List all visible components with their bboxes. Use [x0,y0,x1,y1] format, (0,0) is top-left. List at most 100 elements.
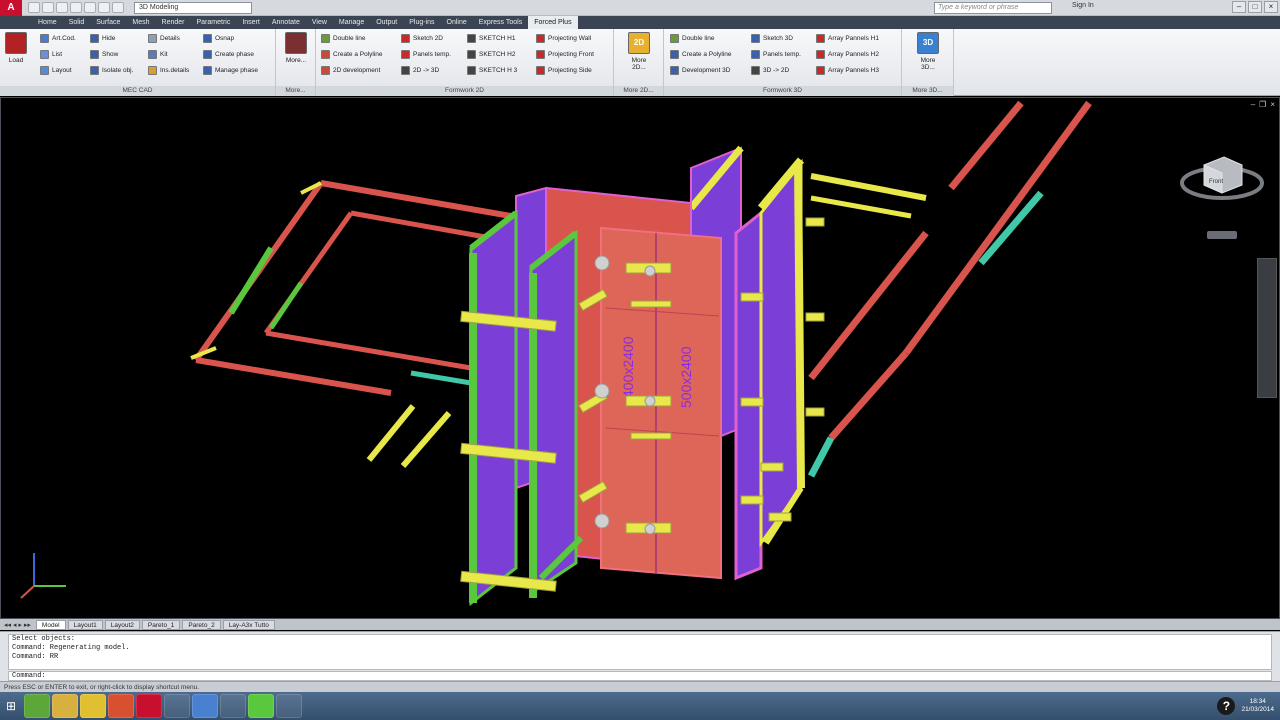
osnap-button[interactable]: Osnap [203,34,234,43]
taskbar-autocad-icon[interactable] [136,694,162,718]
sketch-h2-button[interactable]: SKETCH H2 [467,50,515,59]
panel-title-more-2d[interactable]: More 2D... [614,86,663,96]
tab-layout2[interactable]: Layout2 [104,619,140,630]
panel-title-formwork-3d[interactable]: Formwork 3D [664,86,901,96]
ribbon-tab-mesh[interactable]: Mesh [126,16,155,29]
array-pannels-h3-button[interactable]: Array Pannels H3 [816,66,879,75]
ribbon-tab-online[interactable]: Online [441,16,473,29]
ribbon-tab-annotate[interactable]: Annotate [266,16,306,29]
tab-layout1[interactable]: Layout1 [67,619,103,630]
array-pannels-h2-button[interactable]: Array Pannels H2 [816,50,879,59]
clock[interactable]: 18:34 21/03/2014 [1241,698,1274,714]
ribbon-tab-output[interactable]: Output [370,16,403,29]
new-icon[interactable] [28,2,40,13]
maximize-icon[interactable]: □ [1248,1,1262,13]
viewcube-face-label[interactable]: Front [1209,179,1223,185]
ribbon-tab-render[interactable]: Render [156,16,191,29]
tab-lay-a3x-tutto[interactable]: Lay-A3x Tutto [222,619,275,630]
command-input[interactable]: Command: [8,671,1272,681]
convert-3d-2d-button[interactable]: 3D -> 2D [751,66,789,75]
more-button[interactable]: More... [282,32,310,64]
viewport-minimize-icon[interactable]: – [1251,100,1255,109]
tab-pareto-2[interactable]: Pareto_2 [182,619,221,630]
ribbon-tab-insert[interactable]: Insert [236,16,266,29]
development-2d-button[interactable]: 2D development [321,66,380,75]
ribbon-tab-forced-plus[interactable]: Forced Plus [528,16,578,29]
tab-nav-first-icon[interactable]: ◂◂ ◂ ▸ ▸▸ [4,621,34,629]
panel-title-formwork-2d[interactable]: Formwork 2D [316,86,613,96]
save-icon[interactable] [56,2,68,13]
minimize-icon[interactable]: – [1232,1,1246,13]
viewcube[interactable]: Front [1179,143,1265,223]
viewport-restore-icon[interactable]: ❐ [1259,100,1266,109]
print-icon[interactable] [84,2,96,13]
workspace-dropdown[interactable]: 3D Modeling [134,1,252,14]
ribbon-tab-view[interactable]: View [306,16,333,29]
taskbar-app-icon[interactable] [192,694,218,718]
wcs-menu[interactable] [1207,231,1237,239]
taskbar-app-icon[interactable] [164,694,190,718]
hide-button[interactable]: Hide [90,34,115,43]
ribbon-tab-surface[interactable]: Surface [90,16,126,29]
tab-pareto-1[interactable]: Pareto_1 [141,619,181,630]
ribbon-tab-manage[interactable]: Manage [333,16,370,29]
list-button[interactable]: List [40,50,62,59]
double-line-3d-button[interactable]: Double line [670,34,715,43]
sign-in-link[interactable]: Sign In [1072,2,1094,9]
more-2d-button[interactable]: 2D More 2D... [625,32,653,71]
undo-icon[interactable] [98,2,110,13]
open-icon[interactable] [42,2,54,13]
kit-button[interactable]: Kit [148,50,168,59]
close-icon[interactable]: × [1264,1,1278,13]
show-button[interactable]: Show [90,50,118,59]
viewport-close-icon[interactable]: × [1270,100,1275,109]
array-pannels-h1-button[interactable]: Array Pannels H1 [816,34,879,43]
manage-phase-button[interactable]: Manage phase [203,66,258,75]
application-menu-button[interactable]: A [0,0,22,16]
panel-title-more[interactable]: More... [276,86,315,96]
help-icon[interactable]: ? [1217,697,1236,715]
ribbon-tab-plug-ins[interactable]: Plug-ins [403,16,440,29]
taskbar-app-icon[interactable] [248,694,274,718]
panel-title-mec-cad[interactable]: MEC CAD [0,86,275,96]
drawing-viewport[interactable]: – ❐ × 400x2400 500x2400 Front [0,97,1280,619]
development-3d-button[interactable]: Development 3D [670,66,730,75]
taskbar-app-icon[interactable] [276,694,302,718]
more-3d-button[interactable]: 3D More 3D... [914,32,942,71]
navigation-bar[interactable] [1257,258,1277,398]
ribbon-tab-express-tools[interactable]: Express Tools [473,16,528,29]
redo-icon[interactable] [112,2,124,13]
sketch-h3-button[interactable]: SKETCH H 3 [467,66,517,75]
panels-temp-2d-button[interactable]: Panels temp. [401,50,451,59]
taskbar-app-icon[interactable] [80,694,106,718]
panels-temp-3d-button[interactable]: Panels temp. [751,50,801,59]
sketch-h1-button[interactable]: SKETCH H1 [467,34,515,43]
ribbon-tab-parametric[interactable]: Parametric [190,16,236,29]
create-polyline-3d-button[interactable]: Create a Polyline [670,50,732,59]
layout-button[interactable]: Layout [40,66,72,75]
search-input[interactable]: Type a keyword or phrase [934,2,1052,14]
ribbon-tab-solid[interactable]: Solid [63,16,91,29]
start-button[interactable]: ⊞ [0,692,22,720]
taskbar-chrome-icon[interactable] [24,694,50,718]
taskbar-app-icon[interactable] [220,694,246,718]
projecting-side-button[interactable]: Projecting Side [536,66,592,75]
ribbon-tab-home[interactable]: Home [32,16,63,29]
art-cod-button[interactable]: Art.Cod. [40,34,76,43]
load-button[interactable]: Load [2,32,30,64]
sketch-2d-button[interactable]: Sketch 2D [401,34,443,43]
convert-2d-3d-button[interactable]: 2D -> 3D [401,66,439,75]
sketch-3d-button[interactable]: Sketch 3D [751,34,793,43]
create-polyline-2d-button[interactable]: Create a Polyline [321,50,383,59]
tab-model[interactable]: Model [35,619,66,630]
ins-details-button[interactable]: Ins.details [148,66,189,75]
details-button[interactable]: Details [148,34,180,43]
projecting-wall-button[interactable]: Projecting Wall [536,34,591,43]
projecting-front-button[interactable]: Projecting Front [536,50,594,59]
saveas-icon[interactable] [70,2,82,13]
panel-title-more-3d[interactable]: More 3D... [902,86,953,96]
taskbar-browser-icon[interactable] [108,694,134,718]
taskbar-explorer-icon[interactable] [52,694,78,718]
double-line-2d-button[interactable]: Double line [321,34,366,43]
create-phase-button[interactable]: Create phase [203,50,254,59]
